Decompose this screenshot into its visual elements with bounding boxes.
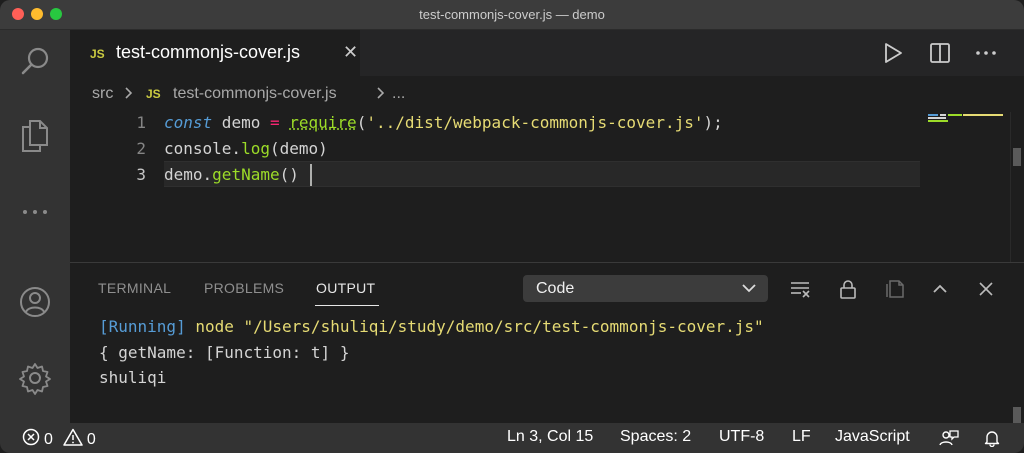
line-number: 1 [136, 113, 146, 132]
tab-terminal[interactable]: TERMINAL [98, 280, 171, 296]
close-panel-icon[interactable] [972, 275, 1000, 303]
more-actions-icon[interactable] [973, 40, 999, 66]
settings-gear-icon[interactable] [17, 360, 53, 396]
activity-bar [0, 30, 70, 423]
scrollbar-thumb[interactable] [1013, 407, 1021, 423]
breadcrumb-file[interactable]: test-commonjs-cover.js [173, 85, 337, 103]
title-bar: test-commonjs-cover.js — demo [0, 0, 1024, 30]
run-icon[interactable] [880, 40, 906, 66]
more-icon[interactable] [17, 194, 53, 230]
output-scrollbar[interactable] [1010, 317, 1024, 424]
warning-count: 0 [86, 430, 96, 448]
language-mode-status[interactable]: JavaScript [835, 428, 910, 446]
tab-label: test-commonjs-cover.js [116, 42, 301, 62]
code-line-1: const demo = require('../dist/webpack-co… [164, 113, 723, 132]
account-icon[interactable] [17, 284, 53, 320]
problems-status[interactable]: 0 0 [22, 428, 96, 451]
active-tab-indicator [315, 305, 379, 306]
open-log-file-icon[interactable] [881, 275, 909, 303]
tab-test-commonjs-cover[interactable]: JS test-commonjs-cover.js ✕ [70, 30, 360, 76]
breadcrumb: src JS test-commonjs-cover.js ... [70, 76, 1024, 112]
tab-output[interactable]: OUTPUT [316, 280, 375, 296]
js-file-icon: JS [90, 47, 105, 61]
breadcrumb-more[interactable]: ... [392, 85, 405, 103]
window-title: test-commonjs-cover.js — demo [419, 7, 605, 22]
output-channel-value: Code [536, 280, 575, 297]
feedback-icon[interactable] [939, 429, 959, 447]
output-line: { getName: [Function: t] } [99, 343, 350, 362]
bottom-panel: TERMINAL PROBLEMS OUTPUT Code [Running] … [70, 262, 1024, 423]
editor-tabs-bar: JS test-commonjs-cover.js ✕ [70, 30, 1024, 76]
close-tab-icon[interactable]: ✕ [343, 42, 358, 63]
editor-scrollbar[interactable] [1010, 112, 1024, 262]
output-line: shuliqi [99, 368, 167, 387]
explorer-icon[interactable] [17, 118, 53, 154]
chevron-down-icon [741, 280, 757, 301]
status-bar: 0 0 Ln 3, Col 15 Spaces: 2 UTF-8 LF Java… [0, 423, 1024, 453]
scrollbar-thumb[interactable] [1013, 148, 1021, 166]
error-count: 0 [44, 430, 53, 448]
breadcrumb-folder-src[interactable]: src [92, 85, 113, 103]
code-line-3: demo.getName() [164, 165, 299, 184]
search-icon[interactable] [17, 44, 53, 80]
split-editor-icon[interactable] [927, 40, 953, 66]
output-line-running: [Running] node "/Users/shuliqi/study/dem… [99, 317, 764, 336]
encoding-status[interactable]: UTF-8 [719, 428, 764, 446]
cursor-position-status[interactable]: Ln 3, Col 15 [507, 428, 593, 446]
maximize-panel-icon[interactable] [926, 275, 954, 303]
code-editor[interactable]: 1 2 3 const demo = require('../dist/webp… [70, 112, 1024, 262]
text-cursor [310, 164, 312, 186]
chevron-right-icon [124, 84, 134, 107]
notifications-bell-icon[interactable] [983, 429, 1001, 447]
lock-icon[interactable] [834, 275, 862, 303]
code-line-2: console.log(demo) [164, 139, 328, 158]
warning-icon [63, 428, 83, 451]
line-number: 3 [136, 165, 146, 184]
vscode-window: test-commonjs-cover.js — demo JS test-co… [0, 0, 1024, 453]
error-icon [22, 428, 40, 451]
chevron-right-icon [376, 84, 386, 107]
minimap[interactable] [928, 112, 1008, 152]
eol-status[interactable]: LF [792, 428, 811, 446]
indentation-status[interactable]: Spaces: 2 [620, 428, 691, 446]
js-file-icon: JS [146, 87, 161, 101]
output-channel-select[interactable]: Code [523, 275, 768, 302]
line-number: 2 [136, 139, 146, 158]
tab-problems[interactable]: PROBLEMS [204, 280, 284, 296]
clear-output-icon[interactable] [787, 275, 815, 303]
